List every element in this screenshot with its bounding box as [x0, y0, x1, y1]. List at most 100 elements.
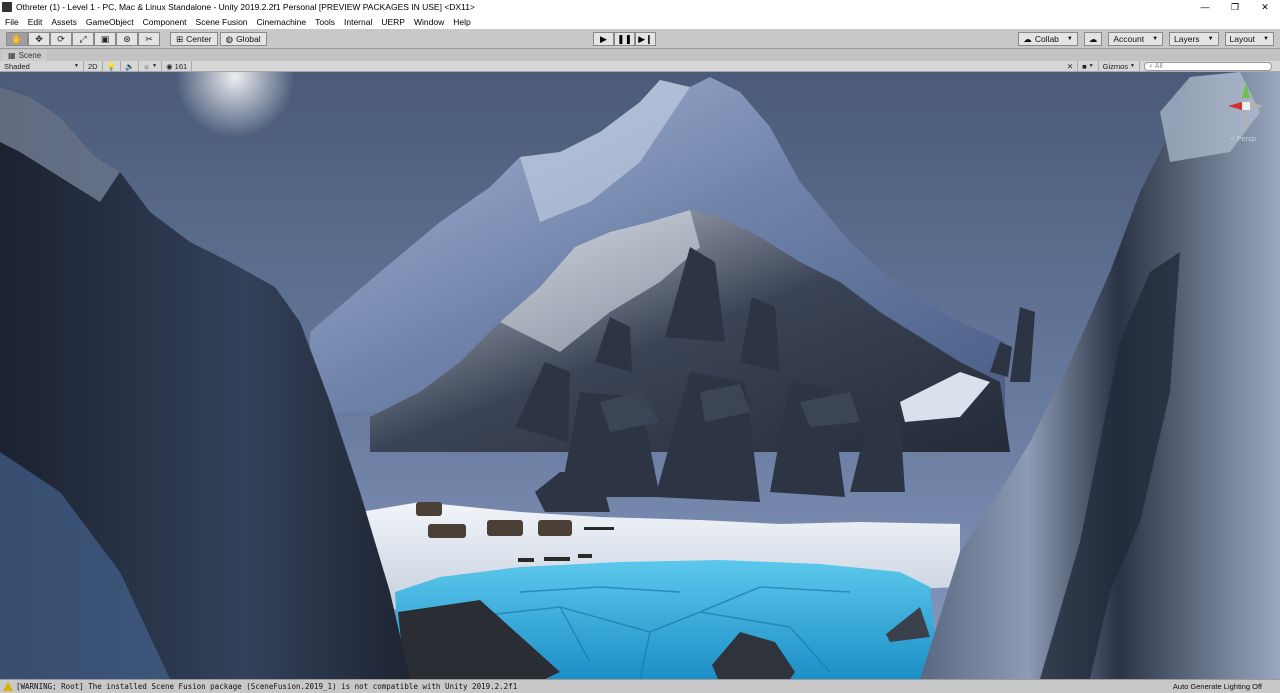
toolbar-right: ☁ Collab ▼ ☁ Account ▼ Layers ▼ Layout ▼: [1012, 32, 1274, 46]
persp-label[interactable]: < Persp: [1230, 134, 1256, 143]
scene-tab-bar: ▦ Scene: [0, 50, 1280, 61]
hidden-objects-toggle[interactable]: ◉ 161: [162, 61, 193, 71]
search-icon: ⌕: [1149, 62, 1153, 70]
close-button[interactable]: ✕: [1250, 0, 1280, 14]
chevron-down-icon: ▼: [1088, 63, 1094, 69]
maximize-button[interactable]: ❐: [1220, 0, 1250, 14]
scene-render: [0, 72, 1280, 679]
scene-viewport[interactable]: < Persp: [0, 72, 1280, 679]
window-title: Othreter (1) - Level 1 - PC, Mac & Linux…: [16, 2, 475, 12]
scene-toolbar-right: ✕ ■ ▼ Gizmos ▼: [1063, 61, 1140, 71]
move-icon: ✥: [35, 33, 43, 44]
custom-tool-button[interactable]: ✂: [138, 32, 160, 46]
pivot-icon: ⊞: [176, 33, 184, 44]
transform-tool-button[interactable]: ⊛: [116, 32, 138, 46]
unity-logo-icon: [2, 2, 12, 12]
light-bulb-icon: 💡: [106, 61, 116, 71]
chevron-down-icon: ▼: [1152, 36, 1159, 42]
hidden-count: 161: [174, 61, 188, 71]
rect-tool-button[interactable]: ▣: [94, 32, 116, 46]
minimize-button[interactable]: —: [1190, 0, 1220, 14]
menu-cinemachine[interactable]: Cinemachine: [257, 17, 307, 27]
menu-bar: File Edit Assets GameObject Component Sc…: [0, 14, 1280, 29]
pivot-center-button[interactable]: ⊞ Center: [170, 32, 218, 46]
window-controls: — ❐ ✕: [1190, 0, 1280, 14]
move-tool-button[interactable]: ✥: [28, 32, 50, 46]
menu-internal[interactable]: Internal: [344, 17, 372, 27]
custom-tool-icon: ✂: [145, 33, 153, 44]
menu-scene-fusion[interactable]: Scene Fusion: [196, 17, 248, 27]
title-bar: Othreter (1) - Level 1 - PC, Mac & Linux…: [0, 0, 1280, 14]
camera-button[interactable]: ■ ▼: [1078, 61, 1099, 71]
scale-tool-button[interactable]: ⤢: [72, 32, 94, 46]
layers-label: Layers: [1174, 34, 1200, 44]
speaker-icon: 🔈: [124, 61, 135, 71]
collab-label: Collab: [1034, 34, 1059, 44]
menu-help[interactable]: Help: [453, 17, 470, 27]
play-button[interactable]: ▶: [593, 32, 614, 46]
chevron-down-icon: ▼: [1263, 36, 1269, 42]
collab-icon: ☁: [1023, 33, 1032, 44]
wrench-icon: ✕: [1066, 61, 1074, 71]
chevron-down-icon: ▼: [1066, 36, 1073, 42]
rotate-tool-button[interactable]: ⟳: [50, 32, 72, 46]
hand-tool-button[interactable]: ✋: [6, 32, 28, 46]
menu-edit[interactable]: Edit: [28, 17, 43, 27]
warning-icon: [3, 682, 13, 691]
menu-component[interactable]: Component: [143, 17, 187, 27]
toggle-2d-button[interactable]: 2D: [84, 61, 103, 71]
status-message[interactable]: [WARNING; Root] The installed Scene Fusi…: [16, 682, 517, 691]
menu-uerp[interactable]: UERP: [381, 17, 405, 27]
scene-search-input[interactable]: ⌕ All: [1144, 62, 1272, 71]
tab-scene[interactable]: ▦ Scene: [2, 50, 48, 61]
step-icon: ▶❙: [638, 33, 653, 44]
eye-slash-icon: ◉: [166, 61, 173, 71]
chevron-down-icon: ▼: [152, 63, 158, 69]
menu-file[interactable]: File: [5, 17, 19, 27]
main-toolbar: ✋ ✥ ⟳ ⤢ ▣ ⊛ ✂ ⊞ Center ◍ Global ▶ ❚❚ ▶❙ ☁ C…: [0, 29, 1280, 49]
menu-gameobject[interactable]: GameObject: [86, 17, 134, 27]
step-button[interactable]: ▶❙: [635, 32, 656, 46]
globe-icon: ◍: [225, 33, 234, 44]
scene-icon: ▦: [8, 51, 16, 60]
account-dropdown[interactable]: Account ▼: [1108, 32, 1164, 46]
play-controls: ▶ ❚❚ ▶❙: [593, 32, 656, 46]
search-placeholder: All: [1154, 63, 1163, 70]
rotate-icon: ⟳: [57, 33, 65, 44]
audio-toggle[interactable]: 🔈: [121, 61, 140, 71]
lighting-status: Auto Generate Lighting Off: [1172, 682, 1262, 691]
mode-2d-label: 2D: [88, 61, 98, 71]
pivot-global-button[interactable]: ◍ Global: [219, 32, 267, 46]
orientation-gizmo[interactable]: < Persp: [1224, 78, 1268, 144]
effects-icon: ☼: [143, 61, 151, 71]
collab-dropdown[interactable]: ☁ Collab ▼: [1018, 32, 1078, 46]
transform-tools: ✋ ✥ ⟳ ⤢ ▣ ⊛ ✂: [6, 32, 160, 46]
menu-tools[interactable]: Tools: [315, 17, 335, 27]
effects-dropdown[interactable]: ☼ ▼: [139, 61, 163, 71]
pivot-label: Center: [186, 34, 212, 44]
pause-icon: ❚❚: [616, 33, 633, 44]
shading-label: Shaded: [4, 61, 30, 71]
shading-mode-dropdown[interactable]: Shaded ▼: [0, 61, 84, 71]
gizmos-label: Gizmos: [1102, 61, 1129, 71]
tools-button[interactable]: ✕: [1063, 61, 1079, 71]
pause-button[interactable]: ❚❚: [614, 32, 635, 46]
rect-icon: ▣: [100, 33, 110, 44]
lighting-toggle[interactable]: 💡: [103, 61, 121, 71]
layout-dropdown[interactable]: Layout ▼: [1224, 32, 1274, 46]
scale-icon: ⤢: [79, 33, 87, 44]
chevron-down-icon: ▼: [1130, 63, 1135, 69]
cloud-button[interactable]: ☁: [1083, 32, 1103, 46]
menu-assets[interactable]: Assets: [51, 17, 77, 27]
chevron-down-icon: ▼: [74, 63, 79, 69]
status-bar: [WARNING; Root] The installed Scene Fusi…: [0, 679, 1280, 693]
gizmos-dropdown[interactable]: Gizmos ▼: [1099, 61, 1140, 71]
play-icon: ▶: [600, 33, 607, 44]
scene-toolbar: Shaded ▼ 2D 💡 🔈 ☼ ▼ ◉ 161 ✕ ■ ▼ Gizmos ▼ ⌕ All: [0, 61, 1280, 72]
transform-icon: ⊛: [123, 33, 131, 44]
pivot-controls: ⊞ Center ◍ Global: [170, 32, 269, 46]
chevron-down-icon: ▼: [1207, 36, 1214, 42]
cloud-icon: ☁: [1088, 33, 1098, 44]
menu-window[interactable]: Window: [414, 17, 444, 27]
layers-dropdown[interactable]: Layers ▼: [1169, 32, 1219, 46]
